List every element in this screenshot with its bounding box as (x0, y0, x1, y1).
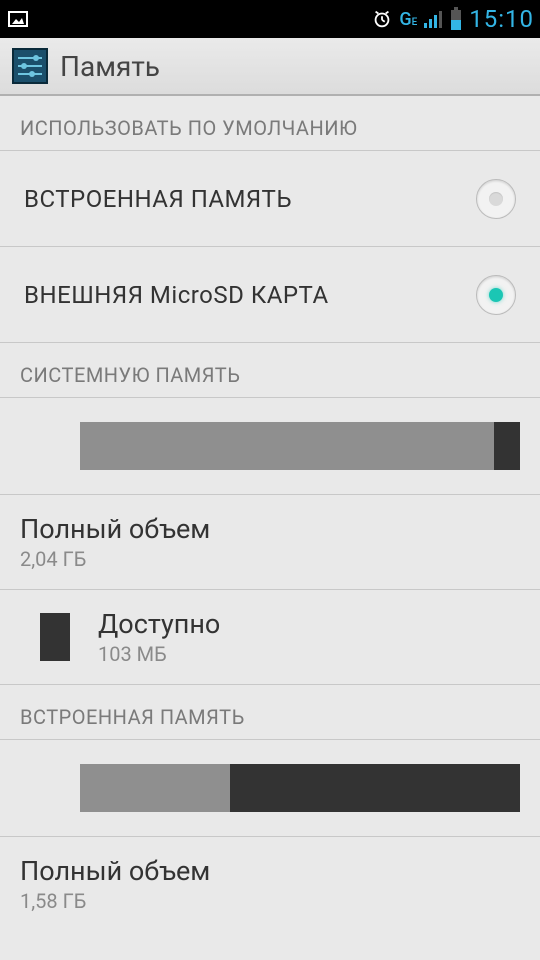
storage-segment-rest (494, 422, 520, 470)
section-header-default: ИСПОЛЬЗОВАТЬ ПО УМОЛЧАНИЮ (0, 96, 540, 151)
system-storage-bar-row (0, 398, 540, 495)
section-header-system: СИСТЕМНУЮ ПАМЯТЬ (0, 343, 540, 398)
radio-button[interactable] (476, 275, 516, 315)
available-label: Доступно (98, 608, 220, 640)
network-sub-label: E (412, 17, 418, 28)
storage-segment-used (80, 422, 494, 470)
alarm-icon (371, 8, 393, 30)
radio-option-internal[interactable]: ВСТРОЕННАЯ ПАМЯТЬ (0, 151, 540, 247)
internal-storage-bar (80, 764, 520, 812)
storage-segment-b (230, 764, 520, 812)
network-type-label: G (399, 9, 411, 30)
available-swatch (40, 613, 70, 661)
clock: 15:10 (469, 5, 534, 33)
internal-storage-bar-row (0, 740, 540, 837)
system-storage-bar (80, 422, 520, 470)
system-total-item[interactable]: Полный объем 2,04 ГБ (0, 495, 540, 590)
network-type-indicator: GE (399, 9, 417, 30)
stat-title: Полный объем (20, 855, 520, 887)
battery-icon (449, 7, 463, 31)
settings-sliders-icon[interactable] (12, 48, 48, 84)
storage-segment-a (80, 764, 230, 812)
system-available-item[interactable]: Доступно 103 МБ (0, 590, 540, 685)
radio-button[interactable] (476, 179, 516, 219)
stat-value: 1,58 ГБ (20, 889, 520, 913)
internal-total-item[interactable]: Полный объем 1,58 ГБ (0, 837, 540, 931)
status-bar: GE 15:10 (0, 0, 540, 38)
available-value: 103 МБ (98, 642, 220, 666)
stat-title: Полный объем (20, 513, 520, 545)
image-icon (6, 7, 30, 31)
page-title: Память (60, 50, 160, 83)
action-bar: Память (0, 38, 540, 96)
radio-label: ВСТРОЕННАЯ ПАМЯТЬ (24, 185, 292, 213)
section-header-internal: ВСТРОЕННАЯ ПАМЯТЬ (0, 685, 540, 740)
content-scroll[interactable]: ИСПОЛЬЗОВАТЬ ПО УМОЛЧАНИЮ ВСТРОЕННАЯ ПАМ… (0, 96, 540, 960)
stat-value: 2,04 ГБ (20, 547, 520, 571)
signal-icon (423, 9, 443, 29)
radio-option-microsd[interactable]: ВНЕШНЯЯ MicroSD КАРТА (0, 247, 540, 343)
radio-label: ВНЕШНЯЯ MicroSD КАРТА (24, 281, 329, 309)
